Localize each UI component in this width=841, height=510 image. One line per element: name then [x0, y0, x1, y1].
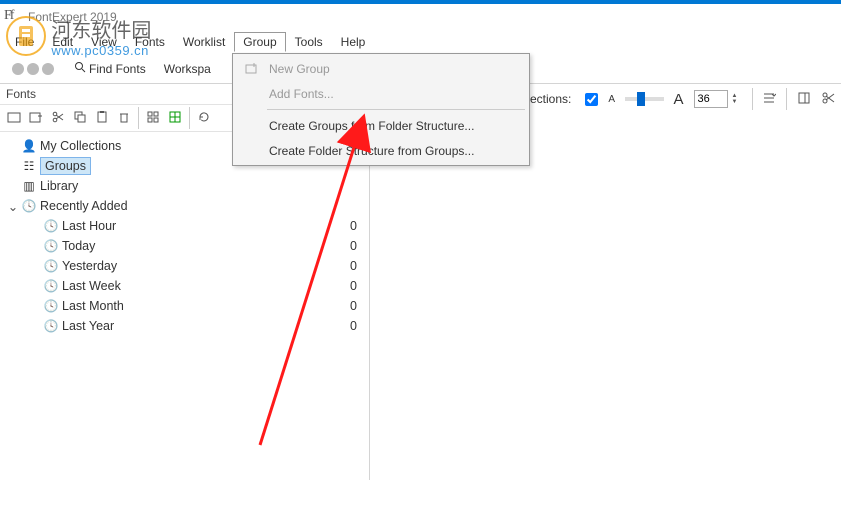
scissors-icon[interactable] — [821, 91, 835, 108]
refresh-icon[interactable] — [196, 111, 212, 126]
menu-file[interactable]: File — [6, 32, 43, 52]
tree-label: Groups — [40, 157, 91, 175]
tree-count: 0 — [350, 259, 357, 273]
group-dropdown: New Group Add Fonts... Create Groups fro… — [232, 53, 530, 166]
workspaces-label: Workspa — [164, 62, 211, 76]
menu-item-new-group[interactable]: New Group — [235, 56, 527, 81]
paste-icon[interactable] — [94, 111, 110, 126]
tree-count: 0 — [350, 219, 357, 233]
chevron-down-icon[interactable]: ⌄ — [6, 199, 20, 214]
tb-circles[interactable] — [4, 59, 62, 79]
tree-label: Today — [60, 239, 369, 253]
selections-label: ections: — [530, 92, 571, 106]
find-fonts-label: Find Fonts — [89, 62, 146, 76]
cut-icon[interactable] — [50, 111, 66, 126]
font-size-input[interactable] — [694, 90, 728, 108]
tree-label: Last Year — [60, 319, 369, 333]
groups-icon: ☷ — [20, 159, 38, 173]
clock-icon: 🕓 — [42, 279, 60, 293]
person-icon: 👤 — [20, 139, 38, 153]
search-icon — [74, 61, 86, 76]
tree-label: Recently Added — [38, 199, 369, 213]
tree-count: 0 — [350, 279, 357, 293]
tree-last-week[interactable]: 🕓 Last Week 0 — [28, 276, 369, 296]
tree-label: Last Month — [60, 299, 369, 313]
menu-group[interactable]: Group — [234, 32, 285, 52]
tree-label: Last Hour — [60, 219, 369, 233]
font-size-small-icon: A — [608, 94, 615, 105]
library-icon: ▥ — [20, 179, 38, 193]
grid-icon[interactable] — [145, 111, 161, 126]
tree-yesterday[interactable]: 🕓 Yesterday 0 — [28, 256, 369, 276]
tree-library[interactable]: ▥ Library — [6, 176, 369, 196]
font-size-slider[interactable] — [625, 97, 663, 101]
reset-icon[interactable] — [797, 91, 811, 108]
tree-label: Last Week — [60, 279, 369, 293]
tree-count: 0 — [350, 299, 357, 313]
tree-recently-added[interactable]: ⌄ 🕓 Recently Added — [6, 196, 369, 216]
selections-checkbox[interactable] — [585, 93, 598, 106]
clock-icon: 🕓 — [20, 199, 38, 213]
new-group-icon — [239, 62, 265, 76]
menu-edit[interactable]: Edit — [43, 32, 82, 52]
tree-label: Library — [38, 179, 369, 193]
tree-last-month[interactable]: 🕓 Last Month 0 — [28, 296, 369, 316]
clock-icon: 🕓 — [42, 219, 60, 233]
app-title: FontExpert 2019 — [28, 10, 117, 24]
font-size-big-icon: A — [674, 91, 684, 108]
tree-label: Yesterday — [60, 259, 369, 273]
menubar: File Edit View Fonts Worklist Group Tool… — [0, 30, 841, 54]
tree-count: 0 — [350, 319, 357, 333]
tree-today[interactable]: 🕓 Today 0 — [28, 236, 369, 256]
line-spacing-icon[interactable] — [762, 91, 776, 108]
delete-icon[interactable] — [116, 111, 132, 126]
menu-view[interactable]: View — [82, 32, 126, 52]
menu-worklist[interactable]: Worklist — [174, 32, 234, 52]
menu-item-add-fonts[interactable]: Add Fonts... — [235, 81, 527, 106]
app-icon: Ff — [4, 8, 22, 26]
folder-icon[interactable] — [6, 111, 22, 126]
find-fonts-button[interactable]: Find Fonts — [68, 59, 152, 78]
clock-icon: 🕓 — [42, 239, 60, 253]
copy-icon[interactable] — [72, 111, 88, 126]
menu-item-label: Create Folder Structure from Groups... — [265, 144, 527, 158]
grid2-icon[interactable] — [167, 111, 183, 126]
menu-item-label: Create Groups from Folder Structure... — [265, 119, 527, 133]
tree-count: 0 — [350, 239, 357, 253]
menu-fonts[interactable]: Fonts — [126, 32, 174, 52]
menu-tools[interactable]: Tools — [286, 32, 332, 52]
tree-last-year[interactable]: 🕓 Last Year 0 — [28, 316, 369, 336]
workspaces-button[interactable]: Workspa — [158, 60, 217, 78]
clock-icon: 🕓 — [42, 319, 60, 333]
tree-last-hour[interactable]: 🕓 Last Hour 0 — [28, 216, 369, 236]
menu-item-label: Add Fonts... — [265, 87, 527, 101]
clock-icon: 🕓 — [42, 299, 60, 313]
menu-item-create-folder-from-groups[interactable]: Create Folder Structure from Groups... — [235, 138, 527, 163]
menu-item-label: New Group — [265, 62, 527, 76]
right-toolbar: ections: A A ▲▼ — [530, 84, 841, 114]
add-folder-icon[interactable] — [28, 111, 44, 126]
clock-icon: 🕓 — [42, 259, 60, 273]
menu-item-create-groups-from-folder[interactable]: Create Groups from Folder Structure... — [235, 113, 527, 138]
font-size-spinner[interactable]: ▲▼ — [732, 93, 742, 105]
menu-help[interactable]: Help — [332, 32, 375, 52]
